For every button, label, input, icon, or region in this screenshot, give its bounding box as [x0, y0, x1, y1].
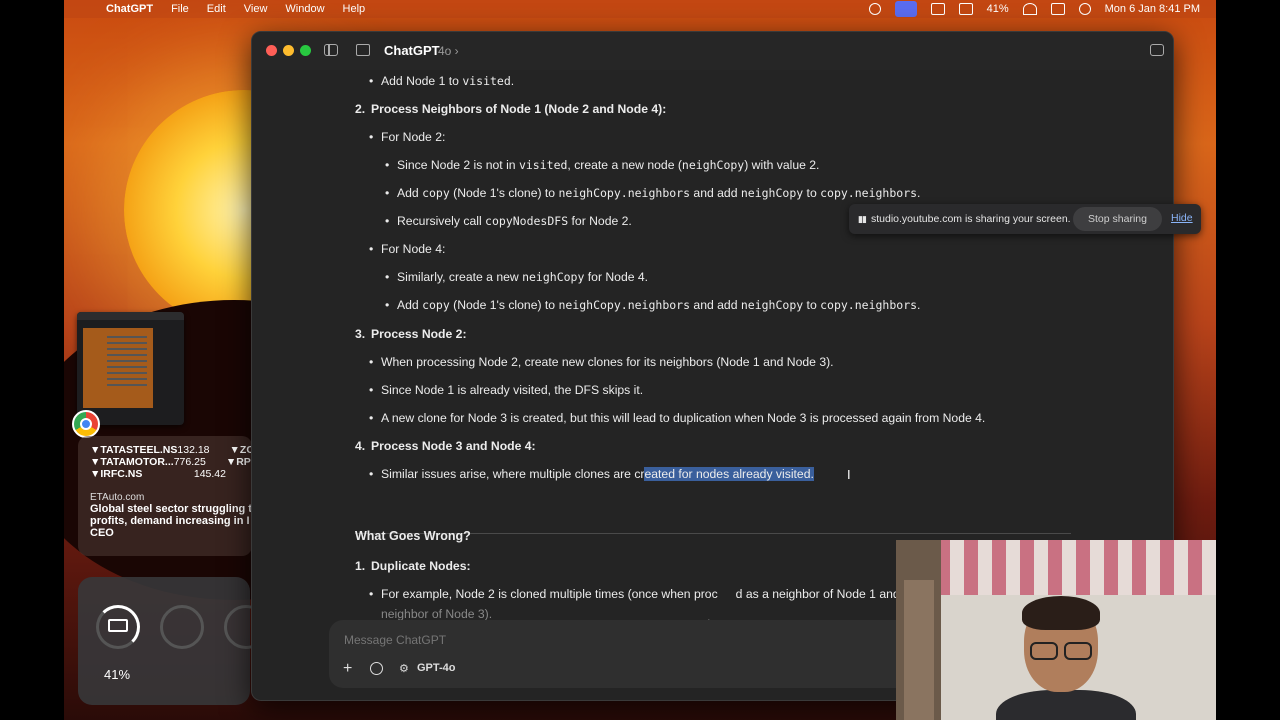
list-item: Since Node 1 is already visited, the DFS… — [369, 383, 643, 397]
battery-widget-percent: 41% — [104, 667, 131, 682]
copy-icon[interactable] — [1150, 44, 1164, 56]
message-input[interactable] — [342, 632, 746, 648]
model-selector[interactable]: 4o › — [438, 44, 459, 58]
battery-widget[interactable]: 41% — [78, 577, 268, 705]
stock-symbol: ▼IRFC.NS — [90, 468, 143, 480]
message-composer[interactable]: + ⚙ GPT-4o — [329, 620, 929, 688]
section-heading: Process Neighbors of Node 1 (Node 2 and … — [371, 102, 667, 116]
wifi-icon[interactable] — [1022, 3, 1037, 15]
list-item: For Node 2: — [369, 130, 445, 144]
sidebar-icon[interactable] — [324, 44, 338, 56]
pause-icon: ▮▮ — [858, 214, 867, 224]
news-source: ETAuto.com — [90, 492, 145, 503]
stock-row: ▼IRFC.NS 145.42 — [90, 468, 252, 480]
list-item: Add copy (Node 1's clone) to neighCopy.n… — [385, 186, 920, 200]
stock-row: ▼TATAMOTOR... 776.25 ▼RP( — [90, 456, 254, 468]
menu-file[interactable]: File — [171, 3, 189, 15]
webcam-overlay — [896, 540, 1216, 720]
section-heading: Duplicate Nodes: — [371, 559, 471, 573]
menu-window[interactable]: Window — [285, 3, 324, 15]
chat-transcript: Add Node 1 to visited. 2. Process Neighb… — [252, 70, 1173, 620]
list-item: For example, Node 2 is cloned multiple t… — [369, 587, 917, 601]
screen-sharing-banner: ▮▮ studio.youtube.com is sharing your sc… — [849, 204, 1201, 234]
display-icon[interactable] — [958, 3, 973, 15]
menu-app-name[interactable]: ChatGPT — [106, 3, 153, 15]
status-icon[interactable] — [868, 3, 881, 15]
letterbox-right — [1216, 0, 1280, 720]
close-button[interactable] — [266, 45, 277, 56]
plus-icon[interactable]: + — [343, 660, 352, 678]
menu-bar: ChatGPT File Edit View Window Help 41% M… — [64, 0, 1216, 18]
stage-manager-icon[interactable] — [930, 3, 945, 15]
stop-sharing-button[interactable]: Stop sharing — [1073, 207, 1162, 231]
list-number: 3. — [355, 327, 366, 341]
list-number: 1. — [355, 559, 366, 573]
menu-help[interactable]: Help — [343, 3, 366, 15]
list-item: Since Node 2 is not in visited, create a… — [385, 158, 819, 172]
list-item: Similar issues arise, where multiple clo… — [369, 467, 814, 481]
stock-value: 132.18 — [177, 444, 210, 456]
news-headline[interactable]: Global steel sector struggling t profits… — [90, 503, 260, 539]
menu-edit[interactable]: Edit — [207, 3, 226, 15]
chrome-icon[interactable] — [72, 410, 100, 438]
window-title: ChatGPT — [384, 43, 440, 58]
list-item: Add Node 1 to visited. — [369, 74, 514, 88]
composer-model-button[interactable]: GPT-4o — [417, 662, 456, 674]
menu-clock[interactable]: Mon 6 Jan 8:41 PM — [1105, 3, 1200, 15]
laptop-icon — [108, 619, 128, 632]
stock-row: ▼TATASTEEL.NS 132.18 ▼ZOM — [90, 444, 263, 456]
section-heading: Process Node 2: — [371, 327, 467, 341]
stock-value: 776.25 — [173, 456, 206, 468]
list-item: Similarly, create a new neighCopy for No… — [385, 270, 648, 284]
list-item: Add copy (Node 1's clone) to neighCopy.n… — [385, 298, 920, 312]
battery-percent[interactable]: 41% — [987, 3, 1009, 15]
minimize-button[interactable] — [283, 45, 294, 56]
menu-view[interactable]: View — [244, 3, 268, 15]
sharing-text: studio.youtube.com is sharing your scree… — [871, 213, 1071, 225]
new-chat-icon[interactable] — [356, 44, 370, 56]
battery-ring-empty — [160, 605, 204, 649]
globe-icon[interactable] — [370, 662, 383, 675]
list-item: A new clone for Node 3 is created, but t… — [369, 411, 985, 425]
letterbox-left — [0, 0, 64, 720]
stock-symbol: ▼TATASTEEL.NS — [90, 444, 178, 456]
stock-value: 145.42 — [193, 468, 226, 480]
list-number: 4. — [355, 439, 366, 453]
siri-icon[interactable] — [1078, 3, 1091, 15]
list-item-continuation: neighbor of Node 3). — [381, 607, 493, 620]
title-bar: ChatGPT 4o › — [252, 32, 1173, 70]
stocks-widget[interactable]: ▼TATASTEEL.NS 132.18 ▼ZOM ▼TATAMOTOR... … — [78, 436, 263, 556]
tools-icon[interactable]: ⚙ — [399, 662, 409, 675]
text-selection: eated for nodes already visited. — [644, 467, 814, 481]
section-heading: What Goes Wrong? — [355, 529, 471, 543]
stock-symbol: ▼TATAMOTOR... — [90, 456, 174, 468]
hide-link[interactable]: Hide — [1171, 212, 1193, 224]
screen-share-icon[interactable] — [894, 1, 917, 17]
list-number: 2. — [355, 102, 366, 116]
section-heading: Process Node 3 and Node 4: — [371, 439, 536, 453]
list-item: Recursively call copyNodesDFS for Node 2… — [385, 214, 632, 228]
menu-bar-status: 41% Mon 6 Jan 8:41 PM — [868, 0, 1200, 18]
control-center-icon[interactable] — [1050, 3, 1065, 15]
text-cursor-icon: I — [847, 467, 851, 482]
zoom-button[interactable] — [300, 45, 311, 56]
list-item: For Node 4: — [369, 242, 445, 256]
minimized-window-thumbnail[interactable] — [77, 312, 184, 425]
list-item: When processing Node 2, create new clone… — [369, 355, 834, 369]
